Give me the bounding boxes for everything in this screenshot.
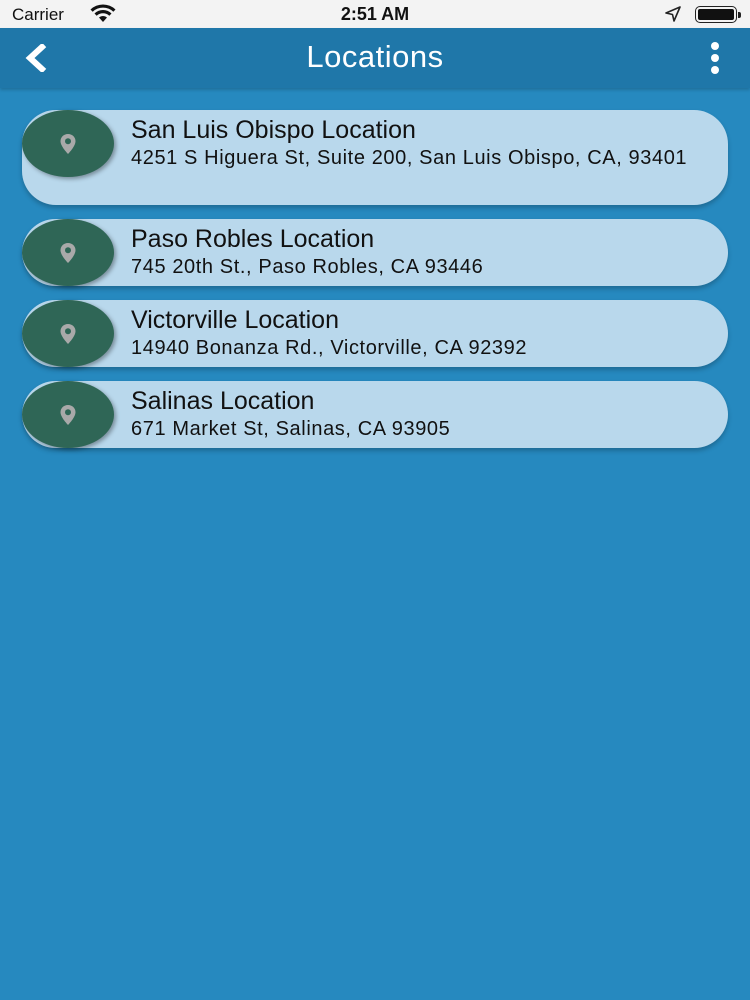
wifi-icon bbox=[90, 4, 116, 29]
location-card-san-luis-obispo[interactable]: San Luis Obispo Location 4251 S Higuera … bbox=[22, 110, 728, 205]
location-address: 14940 Bonanza Rd., Victorville, CA 92392 bbox=[131, 337, 528, 359]
location-card-salinas[interactable]: Salinas Location 671 Market St, Salinas,… bbox=[22, 381, 728, 448]
map-pin-icon bbox=[60, 133, 76, 154]
battery-icon bbox=[695, 6, 741, 23]
pin-badge bbox=[22, 219, 114, 286]
map-pin-icon bbox=[60, 404, 76, 425]
nav-bar: Locations bbox=[0, 28, 750, 88]
map-pin-icon bbox=[60, 242, 76, 263]
page-title: Locations bbox=[306, 39, 444, 74]
pin-badge bbox=[22, 110, 114, 177]
more-vertical-icon bbox=[711, 42, 719, 74]
clock: 2:51 AM bbox=[340, 4, 410, 24]
location-card-paso-robles[interactable]: Paso Robles Location 745 20th St., Paso … bbox=[22, 219, 728, 286]
back-button[interactable] bbox=[18, 41, 54, 75]
location-name: Paso Robles Location bbox=[131, 225, 375, 253]
location-address: 745 20th St., Paso Robles, CA 93446 bbox=[131, 256, 484, 278]
more-menu-button[interactable] bbox=[700, 40, 730, 76]
map-pin-icon bbox=[60, 323, 76, 344]
pin-badge bbox=[22, 300, 114, 367]
location-card-victorville[interactable]: Victorville Location 14940 Bonanza Rd., … bbox=[22, 300, 728, 367]
location-name: Salinas Location bbox=[131, 387, 315, 415]
chevron-left-icon bbox=[25, 44, 47, 72]
location-address: 671 Market St, Salinas, CA 93905 bbox=[131, 418, 451, 440]
location-arrow-icon bbox=[665, 6, 681, 27]
status-bar: Carrier 2:51 AM bbox=[0, 0, 750, 28]
location-name: San Luis Obispo Location bbox=[131, 116, 416, 144]
pin-badge bbox=[22, 381, 114, 448]
carrier-label: Carrier bbox=[12, 5, 64, 24]
locations-list: San Luis Obispo Location 4251 S Higuera … bbox=[22, 110, 728, 462]
location-address: 4251 S Higuera St, Suite 200, San Luis O… bbox=[131, 147, 688, 169]
location-name: Victorville Location bbox=[131, 306, 339, 334]
